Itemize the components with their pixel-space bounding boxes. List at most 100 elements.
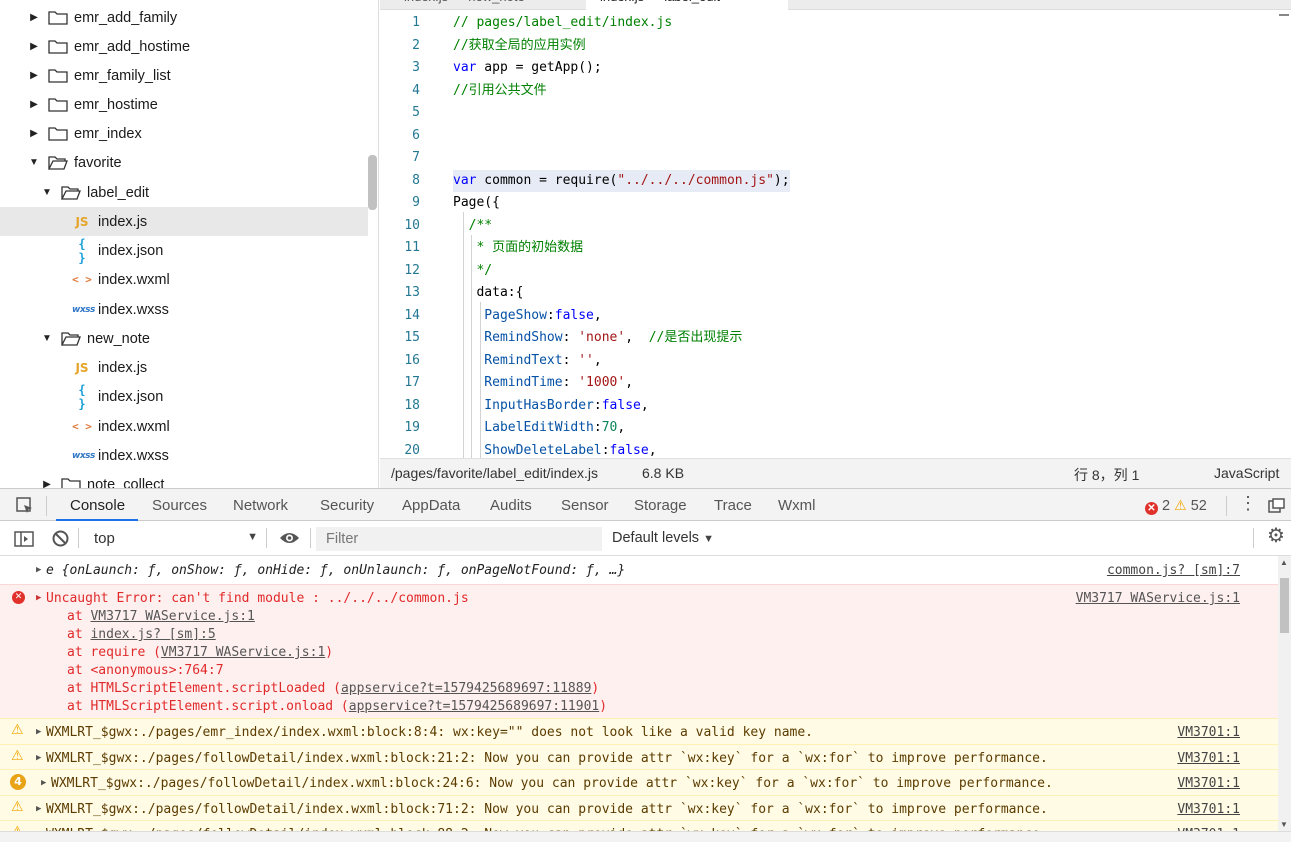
tab-wxml[interactable]: Wxml xyxy=(778,497,816,514)
tree-folder[interactable]: ▶ emr_index xyxy=(0,119,368,148)
console-warning-entry[interactable]: 4 ▶ WXMLRT_$gwx:./pages/followDetail/index… xyxy=(0,769,1278,795)
code-line[interactable]: 15 RemindShow: 'none', //是否出现提示 xyxy=(380,327,1280,349)
tree-folder[interactable]: ▶ emr_family_list xyxy=(0,61,368,90)
code-line[interactable]: 9 Page({ xyxy=(380,192,1280,214)
warning-source-link[interactable]: VM3701:1 xyxy=(1177,802,1240,817)
tree-file[interactable]: < > index.wxml xyxy=(0,265,368,294)
tree-folder[interactable]: ▶ note_collect xyxy=(0,470,368,488)
caret-right-icon[interactable]: ▶ xyxy=(28,70,40,82)
tree-folder[interactable]: ▼ favorite xyxy=(0,148,368,177)
caret-down-icon[interactable]: ▼ xyxy=(41,187,53,199)
tab-audits[interactable]: Audits xyxy=(490,497,532,514)
tab-sources[interactable]: Sources xyxy=(152,497,207,514)
code-line[interactable]: 19 LabelEditWidth:70, xyxy=(380,417,1280,439)
sidebar-toggle-icon[interactable] xyxy=(14,531,34,547)
expand-triangle-icon[interactable]: ▶ xyxy=(36,593,41,603)
error-source-link[interactable]: VM3717 WAService.js:1 xyxy=(1076,591,1240,606)
tree-file[interactable]: { } index.json xyxy=(0,382,368,411)
code-line[interactable]: 1 // pages/label_edit/index.js xyxy=(380,12,1280,34)
code-line[interactable]: 17 RemindTime: '1000', xyxy=(380,372,1280,394)
code-line[interactable]: 3 var app = getApp(); xyxy=(380,57,1280,79)
editor-tab-label-edit[interactable]: index.js — label_edit xyxy=(586,0,788,10)
tree-file[interactable]: { } index.json xyxy=(0,236,368,265)
console-warning-entry[interactable]: ⚠▶WXMLRT_$gwx:./pages/followDetail/index… xyxy=(0,743,1278,769)
expand-triangle-icon[interactable]: ▶ xyxy=(36,753,41,763)
inspect-element-icon[interactable] xyxy=(16,497,34,515)
dock-side-icon[interactable] xyxy=(1268,498,1285,513)
stack-frame-link[interactable]: VM3717 WAService.js:1 xyxy=(90,609,254,624)
code-editor[interactable]: index.js — new_note index.js — label_edi… xyxy=(380,0,1291,458)
caret-right-icon[interactable]: ▶ xyxy=(41,479,53,488)
caret-right-icon[interactable]: ▶ xyxy=(28,128,40,140)
code-line[interactable]: 6 xyxy=(380,125,1280,147)
console-log-entry[interactable]: ▶ e {onLaunch: ƒ, onShow: ƒ, onHide: ƒ, … xyxy=(0,556,1278,584)
tab-trace[interactable]: Trace xyxy=(714,497,752,514)
stack-frame-link[interactable]: appservice?t=1579425689697:11889 xyxy=(341,681,591,696)
console-warning-entry[interactable]: ⚠▶WXMLRT_$gwx:./pages/followDetail/index… xyxy=(0,820,1278,831)
console-error-entry[interactable]: ✕ ▶ Uncaught Error: can't find module : … xyxy=(0,584,1278,718)
editor-tab-new-note[interactable]: index.js — new_note xyxy=(390,0,539,10)
tree-folder[interactable]: ▼ label_edit xyxy=(0,178,368,207)
scroll-up-icon[interactable]: ▲ xyxy=(1280,558,1288,567)
console-scrollbar[interactable]: ▲ ▼ xyxy=(1278,556,1291,831)
expand-triangle-icon[interactable]: ▶ xyxy=(36,565,41,575)
tab-network[interactable]: Network xyxy=(233,497,288,514)
tree-file[interactable]: wxss index.wxss xyxy=(0,295,368,324)
tree-folder[interactable]: ▼ new_note xyxy=(0,324,368,353)
tree-file[interactable]: < > index.wxml xyxy=(0,412,368,441)
code-line[interactable]: 11 * 页面的初始数据 xyxy=(380,237,1280,259)
context-select[interactable]: top ▼ xyxy=(86,527,262,549)
eye-icon[interactable] xyxy=(279,531,300,545)
code-line[interactable]: 2 //获取全局的应用实例 xyxy=(380,35,1280,57)
console-warning-entry[interactable]: ⚠▶WXMLRT_$gwx:./pages/followDetail/index… xyxy=(0,794,1278,820)
code-line[interactable]: 13 data:{ xyxy=(380,282,1280,304)
warning-source-link[interactable]: VM3701:1 xyxy=(1177,751,1240,766)
scrollbar-thumb[interactable] xyxy=(1280,578,1289,633)
clear-console-icon[interactable] xyxy=(52,530,69,547)
tree-file[interactable]: JS index.js xyxy=(0,353,368,382)
expand-triangle-icon[interactable]: ▶ xyxy=(36,727,41,737)
code-line[interactable]: 12 */ xyxy=(380,260,1280,282)
code-line[interactable]: 7 xyxy=(380,147,1280,169)
stack-frame-link[interactable]: appservice?t=1579425689697:11901 xyxy=(349,699,599,714)
tree-file[interactable]: wxss index.wxss xyxy=(0,441,368,470)
tree-folder[interactable]: ▶ emr_add_hostime xyxy=(0,32,368,61)
tab-storage[interactable]: Storage xyxy=(634,497,687,514)
caret-right-icon[interactable]: ▶ xyxy=(28,41,40,53)
caret-down-icon[interactable]: ▼ xyxy=(28,157,40,169)
code-line[interactable]: 5 xyxy=(380,102,1280,124)
tab-appdata[interactable]: AppData xyxy=(402,497,460,514)
tree-file[interactable]: JS index.js xyxy=(0,207,368,236)
language-mode[interactable]: JavaScript xyxy=(1214,465,1279,481)
stack-frame-link[interactable]: VM3717 WAService.js:1 xyxy=(161,645,325,660)
code-line[interactable]: 16 RemindText: '', xyxy=(380,350,1280,372)
gear-icon[interactable]: ⚙ xyxy=(1267,526,1285,546)
stack-frame-link[interactable]: index.js? [sm]:5 xyxy=(90,627,215,642)
tab-security[interactable]: Security xyxy=(320,497,374,514)
more-options-icon[interactable]: ⋮ xyxy=(1239,494,1257,512)
log-source-link[interactable]: common.js? [sm]:7 xyxy=(1107,563,1240,578)
expand-triangle-icon[interactable]: ▶ xyxy=(36,804,41,814)
tab-console[interactable]: Console xyxy=(70,497,125,514)
log-levels-select[interactable]: Default levels ▼ xyxy=(612,530,714,546)
caret-right-icon[interactable]: ▶ xyxy=(28,99,40,111)
code-line[interactable]: 8 var common = require("../../../common.j… xyxy=(380,169,1280,192)
scroll-down-icon[interactable]: ▼ xyxy=(1280,820,1288,829)
code-line[interactable]: 14 PageShow:false, xyxy=(380,305,1280,327)
tree-folder[interactable]: ▶ emr_add_family xyxy=(0,3,368,32)
caret-down-icon[interactable]: ▼ xyxy=(41,333,53,345)
tab-sensor[interactable]: Sensor xyxy=(561,497,609,514)
console-warning-entry[interactable]: ⚠ ▶ WXMLRT_$gwx:./pages/emr_index/index.wx… xyxy=(0,718,1278,744)
issue-counts[interactable]: ✕ 2 ⚠ 52 xyxy=(1145,497,1207,515)
tree-scrollbar[interactable] xyxy=(368,155,377,210)
code-line[interactable]: 20 ShowDeleteLabel:false, xyxy=(380,440,1280,459)
console-input-bar[interactable] xyxy=(0,831,1291,842)
filter-input[interactable] xyxy=(316,527,602,551)
code-line[interactable]: 10 /** xyxy=(380,215,1280,237)
code-line[interactable]: 4 //引用公共文件 xyxy=(380,80,1280,102)
code-line[interactable]: 18 InputHasBorder:false, xyxy=(380,395,1280,417)
tree-folder[interactable]: ▶ emr_hostime xyxy=(0,90,368,119)
caret-right-icon[interactable]: ▶ xyxy=(28,12,40,24)
cursor-position[interactable]: 行 8，列 1 xyxy=(1074,465,1139,485)
expand-triangle-icon[interactable]: ▶ xyxy=(41,778,46,788)
